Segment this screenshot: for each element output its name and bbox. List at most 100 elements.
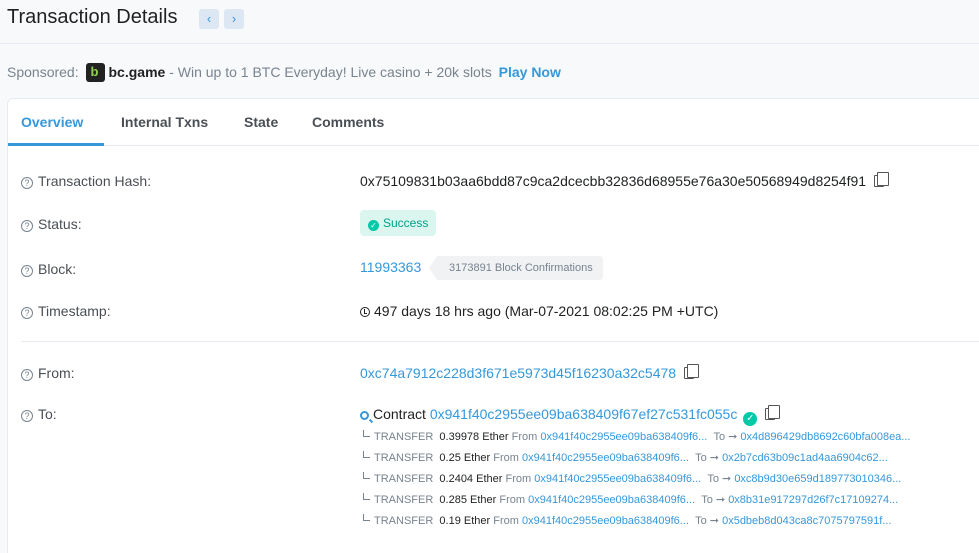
tree-branch-icon	[363, 451, 370, 458]
previous-transaction-button[interactable]: ‹	[199, 9, 219, 29]
next-transaction-button[interactable]: ›	[224, 9, 244, 29]
help-icon[interactable]: ?	[21, 410, 33, 422]
sponsor-brand-link[interactable]: bc.game	[109, 64, 166, 80]
transfer-from-word: From	[511, 431, 538, 443]
sponsor-text: - Win up to 1 BTC Everyday! Live casino …	[165, 64, 492, 80]
transfer-kind: TRANSFER	[374, 431, 434, 443]
arrow-right-icon: ➞	[728, 431, 738, 443]
block-number-link[interactable]: 11993363	[360, 259, 421, 275]
transfer-unit: Ether	[476, 473, 503, 485]
transaction-card: Overview Internal Txns State Comments ? T…	[7, 98, 979, 553]
transfer-to-link[interactable]: 0x2b7cd63b09c1ad4aa6904c62...	[722, 452, 888, 464]
transfer-to-word: To	[713, 431, 726, 443]
bc-game-logo-icon	[85, 63, 105, 82]
page-header: Transaction Details ‹ ›	[0, 0, 979, 44]
transfer-unit: Ether	[463, 515, 491, 527]
transfer-to-link[interactable]: 0xc8b9d30e659d189773010346...	[734, 473, 901, 485]
internal-transfers-list: TRANSFER 0.39978 Ether From 0x941f40c295…	[360, 429, 910, 534]
transfer-row: TRANSFER 0.19 Ether From 0x941f40c2955ee…	[360, 513, 910, 534]
transfer-from-link[interactable]: 0x941f40c2955ee09ba638409f6...	[522, 515, 689, 527]
transfer-from-link[interactable]: 0x941f40c2955ee09ba638409f6...	[528, 494, 695, 506]
copy-to-icon[interactable]	[765, 405, 781, 420]
status-badge: ✓ Success	[360, 210, 437, 236]
timestamp-value-row: 497 days 18 hrs ago (Mar-07-2021 08:02:2…	[360, 303, 718, 319]
clock-icon	[360, 307, 370, 317]
check-circle-icon: ✓	[368, 220, 379, 231]
transfer-from-link[interactable]: 0x941f40c2955ee09ba638409f6...	[522, 452, 689, 464]
to-label: To:	[38, 406, 57, 422]
block-row-label: ? Block:	[21, 261, 76, 277]
status-label: Status:	[38, 216, 82, 232]
transfer-from-link[interactable]: 0x941f40c2955ee09ba638409f6...	[540, 431, 707, 443]
tab-overview[interactable]: Overview	[21, 114, 83, 130]
tab-comments[interactable]: Comments	[312, 114, 384, 130]
tree-branch-icon	[363, 472, 370, 479]
arrow-right-icon: ➞	[709, 515, 720, 527]
transfer-unit: Ether	[482, 431, 509, 443]
status-text: Success	[383, 216, 429, 230]
transfer-kind: TRANSFER	[374, 473, 434, 485]
transfer-kind: TRANSFER	[374, 515, 434, 527]
arrow-right-icon: ➞	[722, 473, 732, 485]
transfer-to-link[interactable]: 0x5dbeb8d043ca8c7075797591f...	[722, 515, 891, 527]
timestamp-row-label: ? Timestamp:	[21, 303, 111, 319]
verified-check-icon: ✓	[743, 412, 758, 426]
transfer-amount: 0.39978	[439, 431, 480, 443]
section-divider	[21, 341, 979, 342]
help-icon[interactable]: ?	[21, 177, 33, 189]
block-label: Block:	[38, 261, 77, 277]
timestamp-label: Timestamp:	[38, 303, 111, 319]
help-icon[interactable]: ?	[21, 220, 33, 232]
arrow-right-icon: ➞	[709, 452, 720, 464]
to-contract-link[interactable]: 0x941f40c2955ee09ba638409f67ef27c531fc05…	[430, 406, 738, 422]
transfer-row: TRANSFER 0.2404 Ether From 0x941f40c2955…	[360, 471, 910, 492]
tab-internal-txns[interactable]: Internal Txns	[121, 114, 208, 130]
active-tab-indicator	[8, 143, 104, 146]
status-row-label: ? Status:	[21, 216, 82, 232]
transfer-to-word: To	[695, 515, 707, 527]
transfer-unit: Ether	[463, 452, 491, 464]
transaction-hash: 0x75109831b03aa6bdd87c9ca2dcecbb32836d68…	[360, 173, 867, 189]
tree-branch-icon	[363, 430, 370, 437]
transfer-kind: TRANSFER	[374, 452, 434, 464]
transfer-amount: 0.285	[439, 494, 467, 506]
from-label: From:	[38, 365, 75, 381]
play-now-link[interactable]: Play Now	[499, 64, 561, 80]
to-value-row: Contract 0x941f40c2955ee09ba638409f67ef2…	[360, 405, 781, 426]
transfer-to-link[interactable]: 0x8b31e917297d26f7c17109274...	[728, 494, 898, 506]
tree-branch-icon	[363, 514, 370, 521]
transfer-row: TRANSFER 0.25 Ether From 0x941f40c2955ee…	[360, 450, 910, 471]
transfer-from-word: From	[493, 452, 519, 464]
tree-branch-icon	[363, 493, 370, 500]
transfer-from-word: From	[499, 494, 526, 506]
hash-row-label: ? Transaction Hash:	[21, 173, 151, 189]
page-title: Transaction Details	[7, 6, 178, 28]
transfer-kind: TRANSFER	[374, 494, 434, 506]
transfer-to-word: To	[707, 473, 719, 485]
to-row-label: ? To:	[21, 406, 57, 422]
transfer-to-link[interactable]: 0x4d896429db8692c60bfa008ea...	[740, 431, 910, 443]
help-icon[interactable]: ?	[21, 369, 33, 381]
from-row-label: ? From:	[21, 365, 75, 381]
tab-state[interactable]: State	[244, 114, 278, 130]
transfer-from-link[interactable]: 0x941f40c2955ee09ba638409f6...	[534, 473, 701, 485]
timestamp-value: 497 days 18 hrs ago (Mar-07-2021 08:02:2…	[374, 303, 719, 319]
transfer-from-word: From	[505, 473, 532, 485]
arrow-right-icon: ➞	[715, 494, 726, 506]
help-icon[interactable]: ?	[21, 307, 33, 319]
from-value-row: 0xc74a7912c228d3f671e5973d45f16230a32c54…	[360, 364, 700, 381]
transfer-row: TRANSFER 0.285 Ether From 0x941f40c2955e…	[360, 492, 910, 513]
hash-value-row: 0x75109831b03aa6bdd87c9ca2dcecbb32836d68…	[360, 172, 890, 189]
contract-prefix: Contract	[373, 406, 426, 422]
transfer-unit: Ether	[470, 494, 497, 506]
transfer-to-word: To	[701, 494, 713, 506]
copy-from-icon[interactable]	[684, 364, 700, 379]
transfer-to-word: To	[695, 452, 707, 464]
hash-label: Transaction Hash:	[38, 173, 152, 189]
transfer-row: TRANSFER 0.39978 Ether From 0x941f40c295…	[360, 429, 910, 450]
tab-bar: Overview Internal Txns State Comments	[8, 99, 979, 146]
help-icon[interactable]: ?	[21, 265, 33, 277]
copy-hash-icon[interactable]	[874, 172, 890, 187]
sponsored-label: Sponsored:	[7, 64, 79, 80]
from-address-link[interactable]: 0xc74a7912c228d3f671e5973d45f16230a32c54…	[360, 365, 676, 381]
